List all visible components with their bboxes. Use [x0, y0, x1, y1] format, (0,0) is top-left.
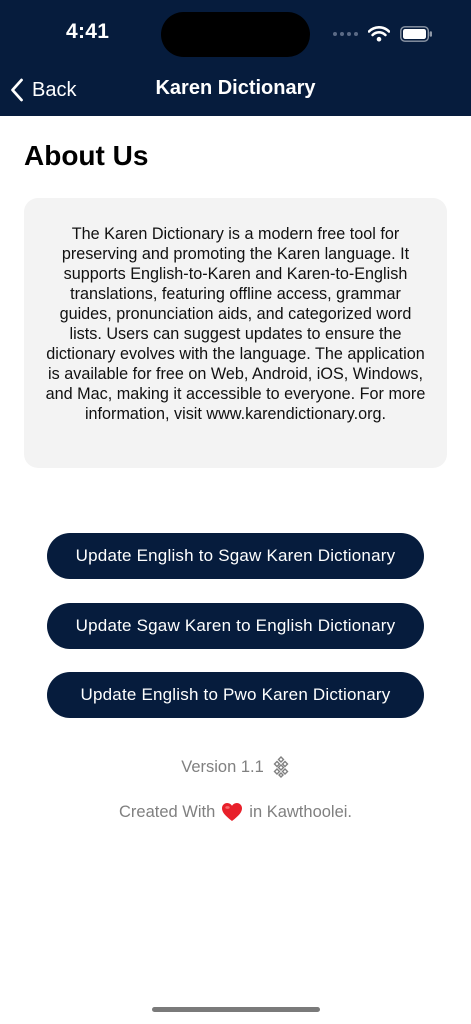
chevron-left-icon — [11, 78, 23, 102]
about-description: The Karen Dictionary is a modern free to… — [45, 225, 426, 423]
version-text: Version 1.1 — [181, 757, 264, 776]
credit-row: Created With in Kawthoolei. — [0, 802, 471, 822]
cellular-signal-icon — [333, 32, 358, 36]
version-row: Version 1.1 — [0, 756, 471, 778]
dynamic-island — [161, 12, 310, 57]
page-title: About Us — [24, 140, 149, 171]
status-icons — [333, 24, 433, 44]
app-header: 4:41 Back Karen Dictionary — [0, 0, 471, 116]
about-card: The Karen Dictionary is a modern free to… — [24, 198, 447, 468]
status-time: 4:41 — [66, 20, 110, 43]
karen-bronze-drum-icon — [273, 756, 289, 778]
update-english-to-sgaw-karen-button[interactable]: Update English to Sgaw Karen Dictionary — [47, 533, 424, 579]
heart-icon — [222, 803, 243, 821]
back-label: Back — [32, 78, 77, 101]
battery-icon — [400, 26, 432, 42]
update-sgaw-karen-to-english-button[interactable]: Update Sgaw Karen to English Dictionary — [47, 603, 424, 649]
wifi-icon — [368, 26, 390, 42]
credit-text-after: in Kawthoolei. — [249, 802, 353, 821]
update-english-to-pwo-karen-button[interactable]: Update English to Pwo Karen Dictionary — [47, 672, 424, 718]
back-button[interactable]: Back — [10, 76, 76, 104]
home-indicator[interactable] — [152, 1007, 320, 1012]
credit-text-before: Created With — [118, 802, 216, 821]
